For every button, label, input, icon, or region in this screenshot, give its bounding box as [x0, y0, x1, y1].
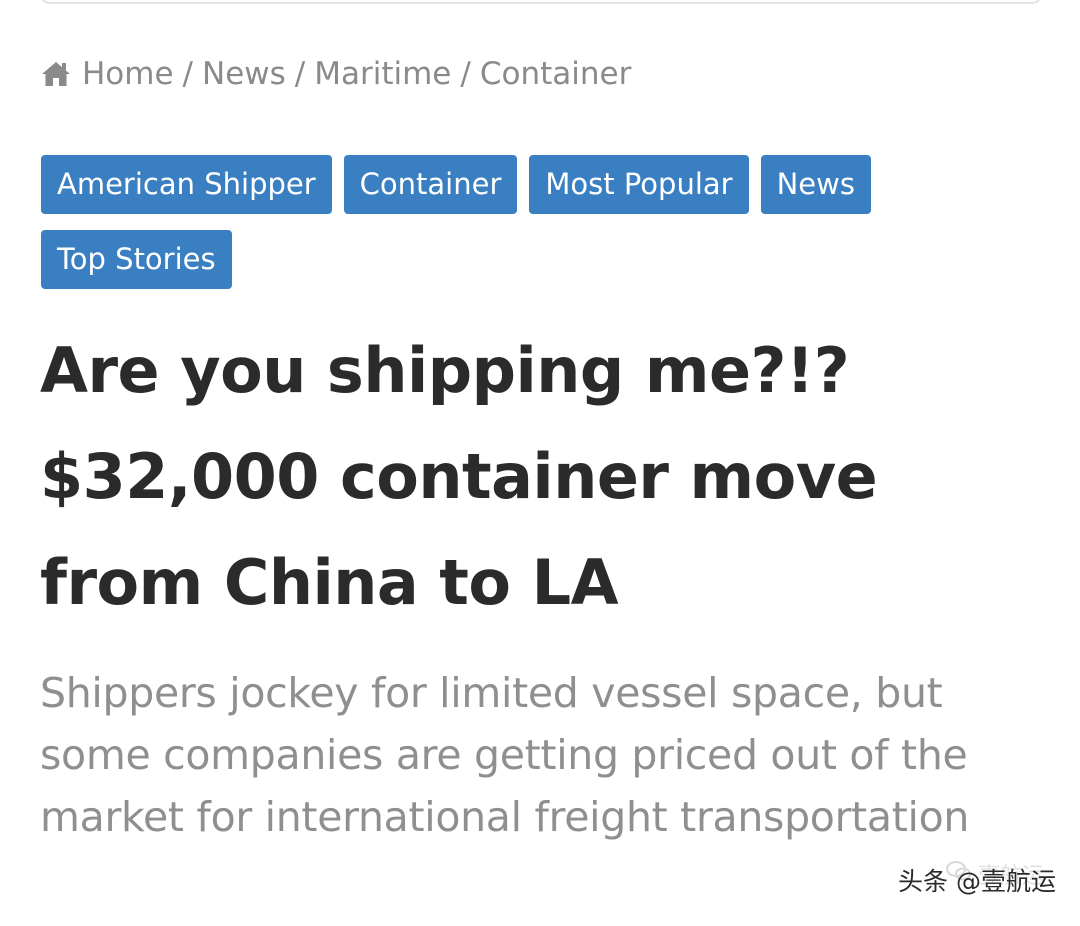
breadcrumb-news[interactable]: News: [202, 56, 286, 92]
breadcrumb-separator: /: [182, 56, 193, 92]
category-tags: American Shipper Container Most Popular …: [41, 155, 941, 289]
breadcrumb-maritime[interactable]: Maritime: [314, 56, 451, 92]
tag-container[interactable]: Container: [343, 155, 518, 214]
watermark: 头条 @壹航运: [898, 862, 1056, 898]
article-subtitle: Shippers jockey for limited vessel space…: [40, 669, 970, 841]
watermark-text: 头条 @壹航运: [898, 867, 1056, 896]
article-title: Are you shipping me?!? $32,000 container…: [40, 334, 878, 619]
tag-top-stories[interactable]: Top Stories: [41, 230, 232, 289]
tag-american-shipper[interactable]: American Shipper: [41, 155, 332, 214]
home-icon[interactable]: [40, 57, 74, 91]
tag-most-popular[interactable]: Most Popular: [529, 155, 749, 214]
search-bar-bottom-edge: [40, 0, 1042, 4]
breadcrumb: Home / News / Maritime / Container: [40, 52, 631, 96]
breadcrumb-home[interactable]: Home: [82, 56, 174, 92]
breadcrumb-container[interactable]: Container: [480, 56, 632, 92]
breadcrumb-separator: /: [460, 56, 471, 92]
tag-news[interactable]: News: [760, 155, 871, 214]
breadcrumb-separator: /: [294, 56, 306, 92]
